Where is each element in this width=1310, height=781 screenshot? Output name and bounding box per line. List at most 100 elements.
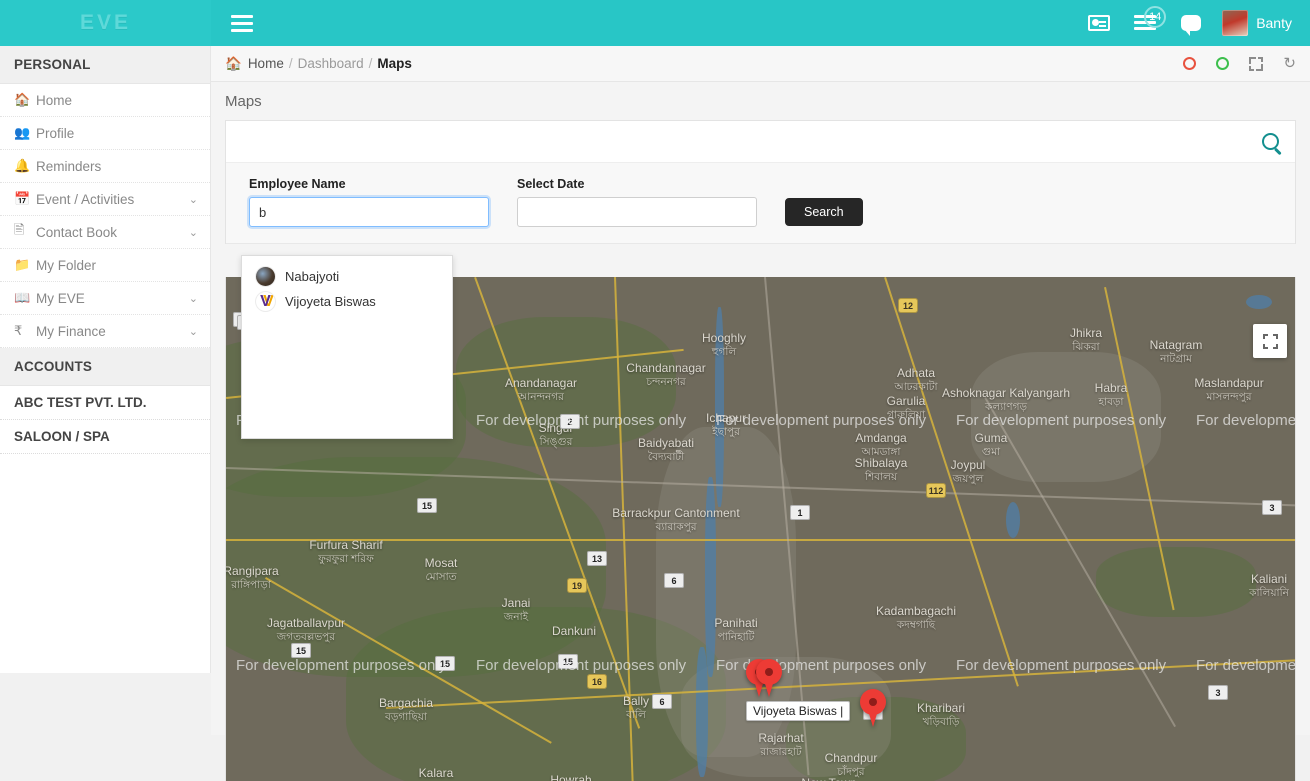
employee-name-field: Employee Name — [249, 177, 489, 227]
id-card-icon[interactable] — [1076, 0, 1122, 46]
chat-bubble-icon[interactable] — [1168, 0, 1214, 46]
sidebar-item-saloon-spa[interactable]: SALOON / SPA — [0, 420, 210, 454]
employee-autocomplete-dropdown[interactable]: Nabajyoti Vijoyeta Biswas — [241, 255, 453, 439]
select-date-label: Select Date — [517, 177, 585, 191]
map-marker-tooltip: Vijoyeta Biswas | — [746, 701, 851, 721]
sidebar-item-profile[interactable]: 👥 Profile — [0, 117, 210, 150]
filter-row: Employee Name Select Date Search — [226, 163, 1295, 244]
chevron-down-icon: ⌄ — [188, 292, 198, 305]
notifications-list-icon[interactable]: 14 — [1122, 0, 1168, 46]
map-road — [226, 539, 1295, 541]
hamburger-icon[interactable] — [219, 0, 265, 46]
chevron-down-icon: ⌄ — [188, 325, 198, 338]
sidebar-item-home[interactable]: 🏠 Home — [0, 84, 210, 117]
sidebar-item-event-activities[interactable]: 📅 Event / Activities ⌄ — [0, 183, 210, 216]
sidebar-item-my-folder[interactable]: 📁 My Folder — [0, 249, 210, 282]
map-route-shield: 6 — [652, 694, 672, 709]
marker-3[interactable] — [860, 689, 886, 727]
app-brand[interactable]: EVE — [0, 0, 211, 46]
map-river — [715, 307, 724, 507]
refresh-icon[interactable]: ↻ — [1283, 56, 1296, 71]
sidebar-item-label: Event / Activities — [36, 191, 135, 207]
username-label: Banty — [1256, 15, 1292, 31]
map-route-shield: 19 — [567, 578, 587, 593]
map-route-shield: 2 — [560, 414, 580, 429]
map-river — [696, 647, 708, 777]
page-title: Maps — [211, 82, 1310, 120]
sidebar-item-my-finance[interactable]: ₹ My Finance ⌄ — [0, 315, 210, 348]
map-route-shield: 3 — [1208, 685, 1228, 700]
brand-logo: EVE — [79, 11, 132, 34]
map-route-shield: 12 — [898, 298, 918, 313]
avatar-icon — [256, 267, 275, 286]
map-place-label: Kadambagachi কদম্বগাছি — [875, 604, 957, 631]
autocomplete-item-label: Vijoyeta Biswas — [285, 294, 376, 309]
folder-icon: 📁 — [14, 257, 31, 272]
autocomplete-item[interactable]: Nabajyoti — [242, 264, 452, 289]
map-route-shield: 15 — [435, 656, 455, 671]
map-route-shield: 15 — [291, 643, 311, 658]
avatar-icon — [256, 292, 275, 311]
sidebar: PERSONAL 🏠 Home 👥 Profile 🔔 Reminders 📅 … — [0, 46, 211, 673]
top-header-actions: 14 Banty — [1076, 0, 1310, 46]
map-place-label: Amdanga আমডাঙ্গা — [855, 431, 907, 458]
breadcrumb: 🏠 Home / Dashboard / Maps ↻ — [211, 46, 1310, 82]
breadcrumb-dashboard[interactable]: Dashboard — [298, 56, 364, 71]
map-watermark: For development purposes only — [1196, 412, 1296, 429]
map-route-shield: 16 — [587, 674, 607, 689]
map-river — [705, 477, 716, 677]
autocomplete-item[interactable]: Vijoyeta Biswas — [242, 289, 452, 314]
breadcrumb-home-label: Home — [247, 56, 284, 71]
map-route-shield: 6 — [664, 573, 684, 588]
users-icon: 👥 — [14, 125, 31, 140]
map-lake — [1006, 502, 1020, 538]
map-land-area — [1096, 547, 1256, 617]
search-icon[interactable] — [1262, 133, 1279, 150]
chevron-down-icon: ⌄ — [188, 226, 198, 239]
minimize-circle-icon[interactable] — [1216, 57, 1230, 70]
breadcrumb-separator: / — [288, 56, 293, 71]
notification-badge: 14 — [1144, 6, 1167, 28]
maps-filter-panel: Employee Name Select Date Search — [225, 120, 1296, 244]
sidebar-item-label: Profile — [36, 125, 75, 141]
map-place-label: Hooghly হুগলি — [701, 331, 747, 358]
sidebar-item-label: My Folder — [36, 257, 97, 273]
breadcrumb-separator: / — [368, 56, 373, 71]
sidebar-section-accounts: ACCOUNTS — [0, 348, 210, 386]
map-route-shield: 15 — [558, 654, 578, 669]
map-lake — [1246, 295, 1272, 309]
employee-name-label: Employee Name — [249, 177, 346, 191]
fullscreen-icon[interactable] — [1253, 324, 1287, 358]
breadcrumb-current: Maps — [377, 56, 412, 71]
home-icon: 🏠 — [14, 92, 31, 107]
user-menu[interactable]: Banty — [1222, 10, 1296, 36]
chevron-down-icon: ⌄ — [188, 193, 198, 206]
sidebar-item-abc-test[interactable]: ABC TEST PVT. LTD. — [0, 386, 210, 420]
map-route-shield: 3 — [1262, 500, 1282, 515]
map-place-label: Joypul জয়পুল — [950, 458, 986, 485]
sidebar-item-contact-book[interactable]: 🖹 Contact Book ⌄ — [0, 216, 210, 249]
marker-2[interactable] — [756, 659, 782, 697]
map-place-label: Jhikra ঝিকরা — [1069, 326, 1103, 353]
select-date-field: Select Date — [517, 177, 757, 227]
sidebar-item-my-eve[interactable]: 📖 My EVE ⌄ — [0, 282, 210, 315]
top-header-bar: EVE 14 Banty — [0, 0, 1310, 46]
select-date-input[interactable] — [517, 197, 757, 227]
map-place-label: Maslandapur মাসলন্দপুর — [1194, 376, 1264, 403]
expand-icon[interactable] — [1249, 56, 1264, 71]
panel-header — [226, 121, 1295, 163]
breadcrumb-actions: ↻ — [1183, 56, 1296, 71]
search-button[interactable]: Search — [785, 198, 863, 226]
sidebar-item-label: Contact Book — [36, 224, 118, 240]
sidebar-item-reminders[interactable]: 🔔 Reminders — [0, 150, 210, 183]
bell-icon: 🔔 — [14, 158, 31, 173]
employee-name-input[interactable] — [249, 197, 489, 227]
close-circle-icon[interactable] — [1183, 57, 1197, 70]
breadcrumb-home[interactable]: 🏠 Home — [225, 56, 284, 72]
sidebar-item-label: Home — [36, 92, 73, 108]
map-place-label: Natagram নাটগ্রাম — [1149, 338, 1203, 365]
sidebar-item-label: Reminders — [36, 158, 102, 174]
map-place-label: Shibalaya শিবালয় — [854, 456, 908, 483]
contact-card-icon: 🖹 — [14, 222, 25, 237]
map-route-shield: 112 — [926, 483, 946, 498]
